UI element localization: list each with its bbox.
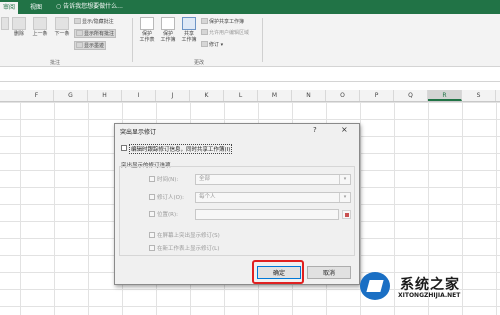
column-header[interactable]: N — [292, 90, 326, 101]
show-all-comments-button[interactable]: 显示所有批注 — [74, 29, 117, 38]
column-header[interactable]: L — [224, 90, 258, 101]
new-sheet-checkbox[interactable] — [149, 245, 155, 251]
protect-sheet-button[interactable]: 保护 工作表 — [138, 17, 156, 43]
track-changes-button[interactable]: 修订 ▾ — [201, 41, 223, 48]
next-comment-button[interactable]: 下一条 — [51, 17, 73, 37]
track-changes-checkbox[interactable] — [121, 145, 127, 151]
comments-group-label: 批注 — [50, 60, 61, 66]
ribbon-tab-bar: 审阅 视图 ○ 告诉我您想要做什么... — [0, 0, 500, 14]
where-checkbox[interactable] — [149, 211, 155, 217]
show-all-comments-icon — [76, 30, 83, 36]
protect-workbook-button[interactable]: 保护 工作簿 — [159, 17, 177, 43]
when-dropdown[interactable]: 全部 ▾ — [195, 174, 351, 185]
column-header[interactable]: H — [88, 90, 122, 101]
column-header[interactable]: M — [258, 90, 292, 101]
allow-edit-ranges-icon — [201, 29, 208, 35]
group-separator — [132, 18, 133, 62]
tab-review[interactable]: 审阅 — [0, 2, 19, 14]
on-screen-checkbox[interactable] — [149, 232, 155, 238]
who-dropdown[interactable]: 每个人 ▾ — [195, 192, 351, 203]
help-icon[interactable]: ? — [313, 126, 317, 134]
prev-comment-icon — [33, 17, 47, 30]
chevron-down-icon: ▾ — [339, 175, 350, 184]
column-header[interactable]: P — [360, 90, 394, 101]
column-header[interactable]: I — [122, 90, 156, 101]
when-label: 时间(N): — [157, 177, 179, 183]
track-changes-label: 编辑时跟踪修订信息，同时共享工作簿(I) — [129, 144, 233, 154]
delete-icon — [12, 17, 26, 30]
who-label: 修订人(O): — [157, 195, 184, 201]
delete-comment-button[interactable]: 删除 — [12, 17, 26, 37]
ok-highlight-box — [252, 260, 304, 284]
who-checkbox[interactable] — [149, 194, 155, 200]
column-header-row: FGHIJKLMNOPQRS — [0, 90, 500, 102]
column-header[interactable]: K — [190, 90, 224, 101]
watermark-text: 系统之家 — [400, 277, 460, 293]
watermark-url: XITONGZHIJIA.NET — [398, 292, 461, 299]
changes-group-label: 更改 — [194, 60, 205, 66]
tab-view[interactable]: 视图 — [27, 2, 45, 14]
protect-shared-icon — [201, 18, 208, 24]
cancel-button[interactable]: 取消 — [307, 266, 351, 279]
ink-icon — [76, 42, 83, 48]
ribbon: 删除 上一条 下一条 显示/隐藏批注 显示所有批注 显示墨迹 批注 保护 工作表… — [0, 14, 500, 67]
column-header[interactable]: O — [326, 90, 360, 101]
range-picker-icon[interactable] — [342, 210, 351, 219]
column-header[interactable]: F — [20, 90, 54, 101]
next-comment-icon — [55, 17, 69, 30]
column-header[interactable]: S — [462, 90, 496, 101]
prev-comment-button[interactable]: 上一条 — [29, 17, 51, 37]
column-header[interactable]: Q — [394, 90, 428, 101]
new-sheet-label: 在新工作表上显示修订(L) — [157, 246, 220, 252]
column-header[interactable]: G — [54, 90, 88, 101]
lightbulb-icon: ○ — [56, 3, 62, 10]
highlight-changes-dialog: 突出显示修订 ? × 编辑时跟踪修订信息，同时共享工作簿(I) 突出显示的修订选… — [114, 123, 360, 285]
show-hide-comment-icon — [74, 18, 81, 24]
allow-edit-ranges-button[interactable]: 允许用户编辑区域 — [201, 29, 249, 36]
dialog-title: 突出显示修订 — [120, 129, 157, 136]
where-input[interactable] — [195, 209, 339, 220]
on-screen-label: 在屏幕上突出显示修订(S) — [157, 233, 220, 239]
formula-bar[interactable] — [0, 67, 500, 82]
share-workbook-icon — [182, 17, 196, 30]
protect-shared-workbook-button[interactable]: 保护共享工作簿 — [201, 18, 244, 25]
tell-me-box[interactable]: ○ 告诉我您想要做什么... — [56, 2, 123, 12]
show-ink-button[interactable]: 显示墨迹 — [74, 41, 107, 50]
new-comment-fragment[interactable] — [0, 17, 10, 31]
close-icon[interactable]: × — [341, 125, 348, 134]
watermark-logo-icon — [360, 272, 390, 300]
group-separator — [262, 18, 263, 62]
column-header[interactable]: J — [156, 90, 190, 101]
protect-workbook-icon — [161, 17, 175, 30]
share-workbook-button[interactable]: 共享 工作簿 — [180, 17, 198, 43]
when-checkbox[interactable] — [149, 176, 155, 182]
track-changes-icon — [201, 41, 208, 47]
chevron-down-icon: ▾ — [339, 193, 350, 202]
column-header[interactable]: R — [428, 90, 462, 101]
tell-me-text: 告诉我您想要做什么... — [63, 3, 123, 10]
protect-sheet-icon — [140, 17, 154, 30]
comment-icon — [1, 17, 9, 30]
show-hide-comment-button[interactable]: 显示/隐藏批注 — [74, 18, 114, 25]
where-label: 位置(R): — [157, 212, 178, 218]
watermark: 系统之家 XITONGZHIJIA.NET — [360, 272, 500, 315]
